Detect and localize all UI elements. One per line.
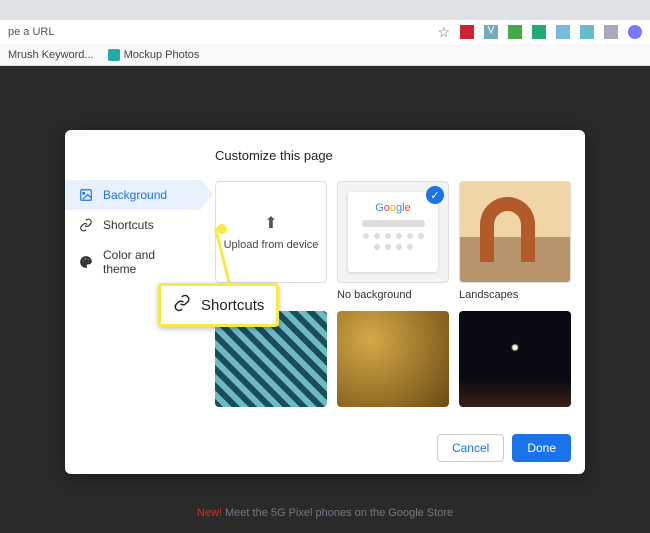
sidebar-item-label: Background [103,188,167,202]
avatar[interactable] [628,25,642,39]
palette-icon [79,255,93,269]
promo-message: Meet the 5G Pixel phones on the Google S… [222,507,453,519]
category-thumb [337,311,449,407]
tab-strip [0,0,650,20]
extension-icon[interactable] [604,25,618,39]
favicon-icon [108,49,120,61]
google-logo-icon: Google [375,202,411,214]
extension-icon[interactable] [460,25,474,39]
upload-tile-body: ⬆ Upload from device [215,181,327,283]
tile-category[interactable] [459,311,571,407]
callout-label: Shortcuts [201,297,264,314]
address-right: ☆ V [437,24,642,41]
bookmark-item[interactable]: Mockup Photos [108,49,200,61]
sidebar-item-color[interactable]: Color and theme [65,240,201,284]
tile-label: No background [337,289,449,301]
bookmarks-bar: Mrush Keyword... Mockup Photos [0,44,650,66]
annotation-callout: Shortcuts [158,283,279,327]
extension-icon[interactable] [532,25,546,39]
bookmark-label: Mockup Photos [124,49,200,61]
upload-label: Upload from device [224,239,319,251]
category-thumb [459,311,571,407]
extension-icon[interactable] [556,25,570,39]
done-button[interactable]: Done [512,434,571,462]
bookmark-label: Mrush Keyword... [8,49,94,61]
address-text: pe a URL [8,26,54,38]
sidebar-item-label: Shortcuts [103,218,154,232]
dialog-title: Customize this page [215,148,571,163]
extension-icon[interactable] [508,25,522,39]
customize-dialog: Background Shortcuts Color and theme Cus… [65,130,585,474]
link-icon [79,218,93,232]
dialog-footer: Cancel Done [437,434,571,462]
annotation-dot [217,224,227,234]
cancel-button[interactable]: Cancel [437,434,504,462]
sidebar-item-label: Color and theme [103,248,187,276]
landscape-thumb [459,181,571,283]
promo-text[interactable]: New! Meet the 5G Pixel phones on the Goo… [0,507,650,519]
extension-icon[interactable] [580,25,594,39]
extension-icon[interactable]: V [484,25,498,39]
nobg-tile-body: ✓ Google [337,181,449,283]
image-icon [79,188,93,202]
link-icon [173,294,191,316]
tile-category[interactable] [337,311,449,407]
scrollbar[interactable] [579,140,583,464]
address-bar[interactable]: pe a URL ☆ V [0,20,650,44]
promo-new-label: New! [197,507,222,519]
bookmark-star-icon[interactable]: ☆ [437,24,450,41]
sidebar-item-shortcuts[interactable]: Shortcuts [65,210,201,240]
tile-label: Landscapes [459,289,571,301]
tile-landscapes[interactable]: Landscapes [459,181,571,301]
tile-no-background[interactable]: ✓ Google No background [337,181,449,301]
upload-icon: ⬆ [264,213,277,233]
check-icon: ✓ [426,186,444,204]
sidebar-item-background[interactable]: Background [65,180,201,210]
bookmark-item[interactable]: Mrush Keyword... [8,49,94,61]
